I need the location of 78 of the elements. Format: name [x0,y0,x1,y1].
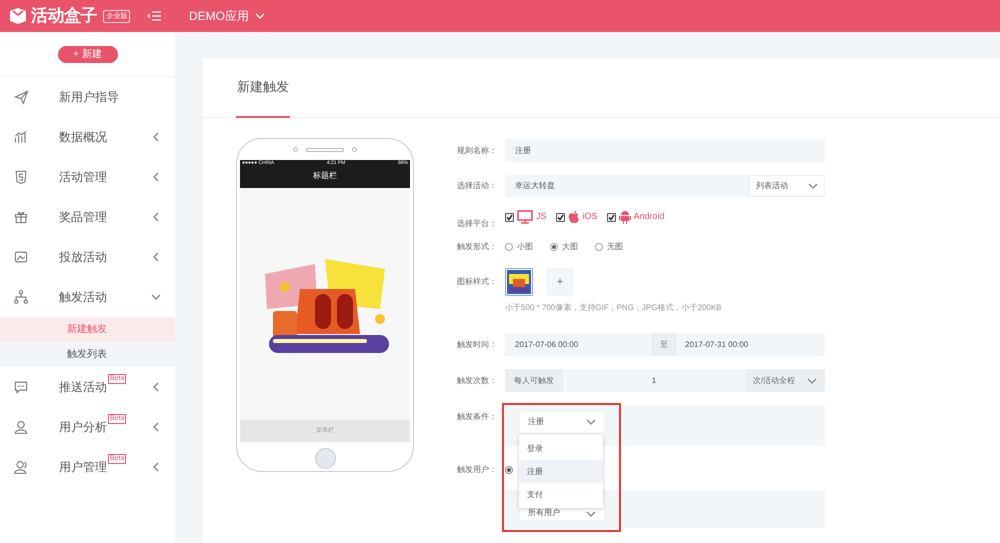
count-prefix: 每人可触发 [505,369,563,392]
logo-text: 活动盒子 [31,5,98,28]
new-button[interactable]: + 新建 [58,46,118,63]
menu-label: 新用户指导 [59,89,119,106]
field-label: 触发用户： [457,464,498,476]
activity-type-select[interactable]: 列表活动 [749,175,825,197]
menu-collapse-icon[interactable] [147,11,162,21]
radio-label: 小图 [517,241,533,253]
title-bar-text: 标题栏 [313,170,337,182]
field-label: 图标样式： [457,276,498,288]
apple-icon [568,210,580,224]
radio-label: 无图 [607,241,623,253]
chevron-down-icon [586,509,596,519]
checkbox[interactable] [556,212,565,222]
sidebar-item[interactable]: 奖品管理 [0,197,175,237]
checkbox[interactable] [505,212,514,222]
chevron-down-icon [808,181,818,191]
add-icon-button[interactable]: + [546,268,574,296]
start-time-field[interactable]: 2017-07-06 00:00 [505,333,651,356]
platform-label: JS [536,210,547,224]
end-time-field[interactable]: 2017-07-31 00:00 [677,333,825,356]
menu-label: 活动管理 [59,169,107,186]
radio-label: 大图 [562,241,578,253]
menu-label: 用户分析 [59,419,107,436]
dropdown-option[interactable]: 登录 [519,437,603,460]
menu-label: 触发活动 [59,289,107,306]
count-unit-select[interactable]: 次/活动全程 [745,369,825,392]
menu-label: 投放活动 [59,249,107,266]
platform-label: iOS [582,210,598,224]
monitor-icon [517,210,533,224]
field-label: 触发时间： [457,338,498,350]
chevron-down-icon [586,417,596,427]
submenu-item[interactable]: 触发列表 [0,342,175,367]
condition-select[interactable]: 注册 [520,412,604,432]
checkbox[interactable] [606,212,616,222]
sidebar-item[interactable]: 投放活动 [0,237,175,277]
hint-text: 小于500 * 700像素，支持GIF，PNG，JPG格式，小于200KB [504,302,722,314]
field-label: 触发条件： [457,411,498,423]
dropdown-option[interactable]: 支付 [519,483,603,506]
box-logo-icon [8,6,28,26]
radio-button[interactable] [595,243,603,251]
field-label: 选择活动： [457,180,498,192]
user-icon [13,419,29,435]
dropdown-option[interactable]: 注册 [519,460,603,483]
menu-label: 推送活动 [59,379,107,396]
radio-button[interactable] [550,243,558,251]
chevron-down-icon [807,376,817,386]
field-label: 规则名称： [457,144,498,156]
sidebar-item[interactable]: 数据概况 [0,117,175,157]
menu-label: 奖品管理 [59,209,107,226]
menu-label: 数据概况 [59,129,107,146]
users-icon [13,459,29,475]
chevron-down-icon [255,11,265,21]
radio-button[interactable] [505,243,513,251]
android-icon [618,210,631,224]
chat-bubble-icon [13,379,29,395]
app-selector[interactable]: DEMO应用 [189,7,265,25]
gift-icon [13,209,29,225]
speaker-slot [306,148,344,152]
range-separator: 至 [651,333,677,356]
hierarchy-icon [13,289,29,305]
activity-field[interactable]: 幸运大转盘 [505,175,749,197]
image-icon [13,249,29,265]
field-label: 触发次数： [457,374,498,386]
count-field[interactable]: 1 [563,369,745,392]
sidebar-item[interactable]: 触发活动 [0,277,175,317]
html5-icon [13,169,29,185]
bar-chart-icon [13,129,29,145]
field-label: 选择平台： [457,218,498,230]
page-tab[interactable]: 新建触发 [236,58,290,118]
sidebar-item[interactable]: 新用户指导 [0,77,175,117]
field-label: 触发形式： [457,241,498,253]
paper-plane-icon [13,89,29,105]
rule-name-field[interactable]: 注册 [505,139,825,162]
menu-label: 用户管理 [59,459,107,476]
sidebar-item[interactable]: 活动管理 [0,157,175,197]
radio-button[interactable] [505,466,513,474]
platform-label: Android [634,210,665,224]
